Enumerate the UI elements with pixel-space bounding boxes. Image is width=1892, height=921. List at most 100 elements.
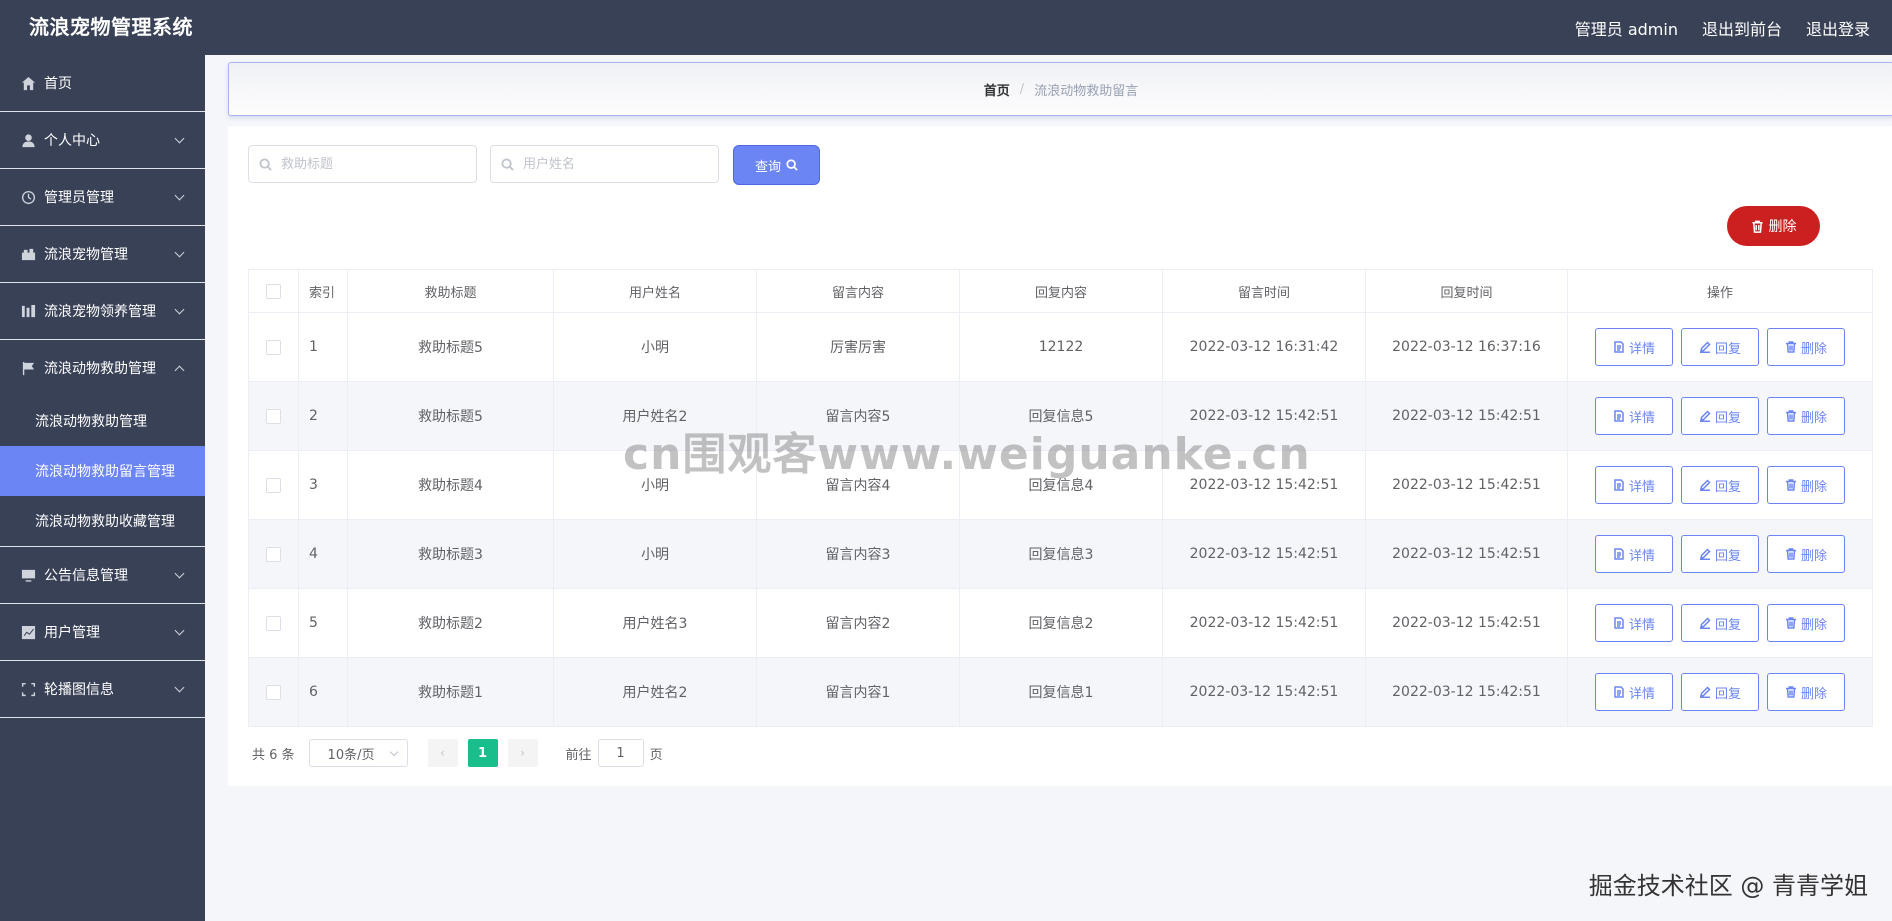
edit-icon	[1699, 410, 1711, 422]
delete-button[interactable]: 删除	[1767, 673, 1845, 711]
reply-button[interactable]: 回复	[1681, 604, 1759, 642]
cell-content: 留言内容1	[756, 657, 960, 727]
next-page-button[interactable]: ›	[507, 739, 538, 767]
cell-reply-time: 2022-03-12 15:42:51	[1365, 519, 1568, 589]
sidebar-item-admin-management[interactable]: 管理员管理	[0, 169, 205, 226]
edit-icon	[1699, 479, 1711, 491]
sidebar-item-stray-pet-adoption[interactable]: 流浪宠物领养管理	[0, 283, 205, 340]
detail-button[interactable]: 详情	[1595, 397, 1673, 435]
breadcrumb-home[interactable]: 首页	[984, 80, 1010, 99]
delete-button-label: 删除	[1800, 410, 1827, 426]
row-select-cell[interactable]	[248, 312, 299, 382]
reply-button[interactable]: 回复	[1681, 466, 1759, 504]
user-name-input[interactable]	[521, 155, 705, 173]
reply-button-label: 回复	[1714, 479, 1741, 495]
reply-button[interactable]: 回复	[1681, 397, 1759, 435]
sidebar-item-announcement[interactable]: 公告信息管理	[0, 547, 205, 604]
edit-icon	[1699, 341, 1711, 353]
row-checkbox[interactable]	[266, 477, 281, 493]
reply-button[interactable]: 回复	[1681, 535, 1759, 573]
cell-user: 用户姓名3	[553, 588, 757, 658]
detail-button[interactable]: 详情	[1595, 604, 1673, 642]
select-all-cell[interactable]	[248, 269, 299, 313]
row-checkbox[interactable]	[266, 546, 281, 562]
rescue-title-search[interactable]	[248, 145, 477, 183]
delete-button[interactable]: 删除	[1767, 397, 1845, 435]
select-all-checkbox[interactable]	[266, 283, 281, 299]
row-checkbox[interactable]	[266, 684, 281, 700]
prev-page-button[interactable]: ‹	[427, 739, 458, 767]
admin-user-label[interactable]: 管理员 admin	[1575, 16, 1678, 40]
detail-button[interactable]: 详情	[1595, 673, 1673, 711]
delete-button[interactable]: 删除	[1767, 328, 1845, 366]
reply-button[interactable]: 回复	[1681, 673, 1759, 711]
cell-index: 5	[298, 588, 348, 658]
pagination: 共 6 条 10条/页 ‹ 1 › 前往 页	[248, 739, 663, 767]
delete-button[interactable]: 删除	[1767, 466, 1845, 504]
row-checkbox[interactable]	[266, 339, 281, 355]
reply-button[interactable]: 回复	[1681, 328, 1759, 366]
table-row: 2 救助标题5 用户姓名2 留言内容5 回复信息5 2022-03-12 15:42:51…	[248, 381, 1873, 451]
cell-index: 4	[298, 519, 348, 589]
exit-to-front-link[interactable]: 退出到前台	[1702, 16, 1782, 40]
sidebar-item-carousel[interactable]: 轮播图信息	[0, 661, 205, 718]
delete-button[interactable]: 删除	[1767, 604, 1845, 642]
cell-user: 小明	[553, 450, 757, 520]
user-name-search[interactable]	[490, 145, 719, 183]
page-number-1[interactable]: 1	[467, 739, 498, 767]
row-checkbox[interactable]	[266, 408, 281, 424]
reply-button-label: 回复	[1714, 341, 1741, 357]
batch-delete-label: 删除	[1768, 219, 1797, 235]
column-header-index: 索引	[298, 269, 348, 313]
goto-prefix: 前往	[565, 747, 592, 763]
breadcrumb: 首页 / 流浪动物救助留言	[228, 62, 1892, 116]
reply-button-label: 回复	[1714, 617, 1741, 633]
detail-button[interactable]: 详情	[1595, 535, 1673, 573]
sidebar-item-label: 管理员管理	[44, 190, 114, 206]
delete-button[interactable]: 删除	[1767, 535, 1845, 573]
row-select-cell[interactable]	[248, 450, 299, 520]
cell-index: 2	[298, 381, 348, 451]
cell-reply-time: 2022-03-12 15:42:51	[1365, 657, 1568, 727]
query-button[interactable]: 查询	[733, 145, 820, 185]
column-header-user: 用户姓名	[553, 269, 757, 313]
row-select-cell[interactable]	[248, 519, 299, 589]
detail-button[interactable]: 详情	[1595, 328, 1673, 366]
sidebar-item-stray-animal-rescue[interactable]: 流浪动物救助管理	[0, 340, 205, 396]
trash-icon	[1751, 220, 1763, 233]
sidebar-item-home[interactable]: 首页	[0, 55, 205, 112]
detail-button[interactable]: 详情	[1595, 466, 1673, 504]
rescue-title-input[interactable]	[279, 155, 463, 173]
box-icon	[20, 246, 36, 262]
logout-link[interactable]: 退出登录	[1806, 16, 1870, 40]
submenu-rescue-message-management[interactable]: 流浪动物救助留言管理	[0, 446, 205, 496]
sidebar-item-stray-pet-management[interactable]: 流浪宠物管理	[0, 226, 205, 283]
batch-delete-button[interactable]: 删除	[1727, 206, 1820, 246]
home-icon	[20, 75, 36, 91]
detail-button-label: 详情	[1628, 410, 1655, 426]
row-select-cell[interactable]	[248, 381, 299, 451]
cell-content: 留言内容5	[756, 381, 960, 451]
chevron-down-icon	[174, 682, 185, 693]
document-icon	[1614, 617, 1624, 629]
submenu-rescue-favorite-management[interactable]: 流浪动物救助收藏管理	[0, 496, 205, 546]
sidebar-item-user-management[interactable]: 用户管理	[0, 604, 205, 661]
chevron-down-icon	[389, 747, 398, 757]
cell-user: 用户姓名2	[553, 381, 757, 451]
goto-suffix: 页	[649, 747, 663, 763]
goto-page-input[interactable]	[597, 739, 644, 767]
cell-reply-time: 2022-03-12 16:37:16	[1365, 312, 1568, 382]
chevron-down-icon	[174, 190, 185, 201]
sidebar-item-personal-center[interactable]: 个人中心	[0, 112, 205, 169]
cell-user: 小明	[553, 519, 757, 589]
cell-actions: 详情 回复 删除	[1567, 381, 1873, 451]
delete-button-label: 删除	[1800, 686, 1827, 702]
row-select-cell[interactable]	[248, 657, 299, 727]
submenu-rescue-management[interactable]: 流浪动物救助管理	[0, 396, 205, 446]
page-size-select[interactable]: 10条/页	[308, 739, 408, 767]
cell-title: 救助标题1	[347, 657, 554, 727]
cell-title: 救助标题5	[347, 312, 554, 382]
row-checkbox[interactable]	[266, 615, 281, 631]
edit-icon	[1699, 617, 1711, 629]
row-select-cell[interactable]	[248, 588, 299, 658]
